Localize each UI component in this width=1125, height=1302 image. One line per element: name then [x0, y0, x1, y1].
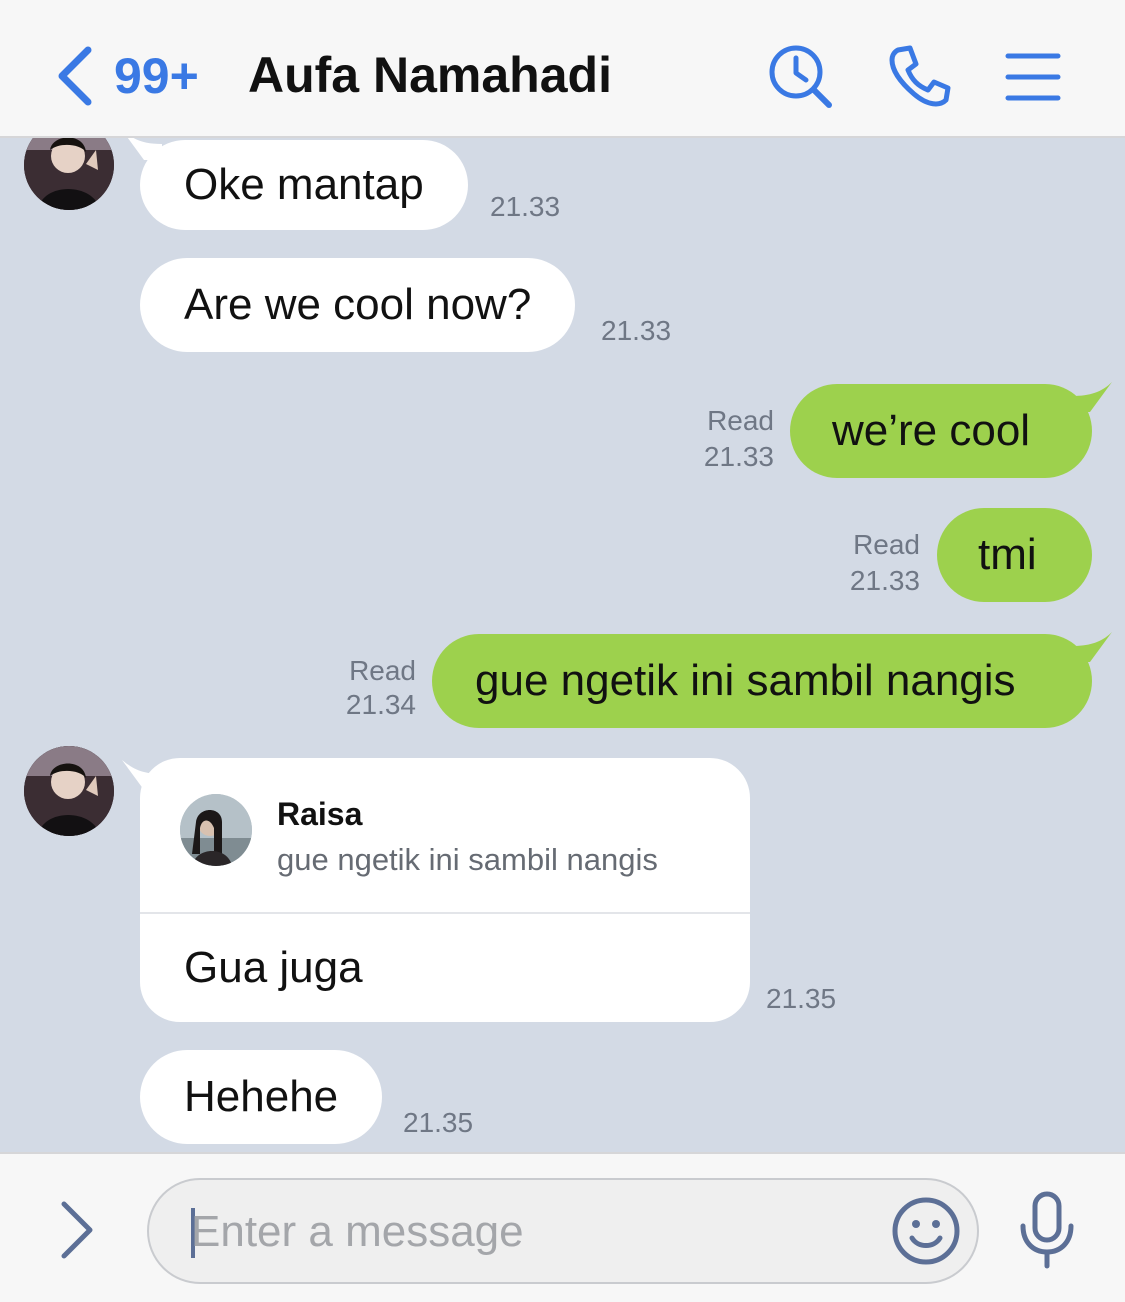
- message-time: 21.33: [601, 315, 672, 346]
- reply-text: Gua juga: [184, 943, 363, 992]
- chat-header: 99+ Aufa Namahadi: [0, 0, 1125, 138]
- microphone-icon[interactable]: [1012, 1190, 1082, 1270]
- message-bubble[interactable]: tmi: [937, 508, 1092, 602]
- message-time: 21.35: [403, 1107, 474, 1138]
- quoted-sender-name: Raisa: [277, 796, 363, 832]
- reply-message-bubble[interactable]: Raisa gue ngetik ini sambil nangis Gua j…: [140, 758, 750, 1022]
- message-time: 21.35: [766, 983, 837, 1014]
- read-status: Read: [349, 655, 416, 686]
- message-field[interactable]: [147, 1178, 979, 1284]
- message-time: 21.33: [490, 191, 561, 222]
- chevron-right-icon[interactable]: [54, 1198, 98, 1262]
- phone-icon[interactable]: [884, 42, 954, 112]
- message-bubble[interactable]: Are we cool now?: [140, 258, 576, 352]
- message-bubble[interactable]: gue ngetik ini sambil nangis: [432, 634, 1092, 728]
- message-time: 21.33: [849, 565, 920, 596]
- message-bubble[interactable]: we’re cool: [790, 384, 1092, 478]
- contact-avatar[interactable]: [24, 746, 114, 836]
- message-list[interactable]: Oke mantap 21.33 Are we cool now? 21.33 …: [0, 138, 1125, 1152]
- search-history-icon[interactable]: [766, 42, 836, 112]
- message-bubble[interactable]: Hehehe: [140, 1050, 383, 1144]
- read-status: Read: [853, 529, 920, 560]
- message-bubble[interactable]: Oke mantap: [140, 140, 468, 230]
- message-input-bar: [0, 1152, 1125, 1302]
- bubble-tail: [1072, 382, 1112, 412]
- message-time: 21.33: [703, 441, 774, 472]
- quoted-sender-avatar: [180, 794, 252, 866]
- emoji-icon[interactable]: [889, 1194, 963, 1268]
- contact-name[interactable]: Aufa Namahadi: [248, 44, 612, 106]
- quoted-text: gue ngetik ini sambil nangis: [277, 842, 658, 877]
- back-chevron-icon[interactable]: [54, 44, 98, 108]
- message-time: 21.34: [345, 689, 416, 720]
- read-status: Read: [707, 405, 774, 436]
- menu-icon[interactable]: [998, 42, 1068, 112]
- bubble-tail: [1072, 632, 1112, 662]
- contact-avatar[interactable]: [24, 138, 114, 210]
- message-input[interactable]: [189, 1202, 873, 1262]
- quoted-message[interactable]: Raisa gue ngetik ini sambil nangis: [140, 758, 750, 914]
- unread-count[interactable]: 99+: [114, 46, 199, 106]
